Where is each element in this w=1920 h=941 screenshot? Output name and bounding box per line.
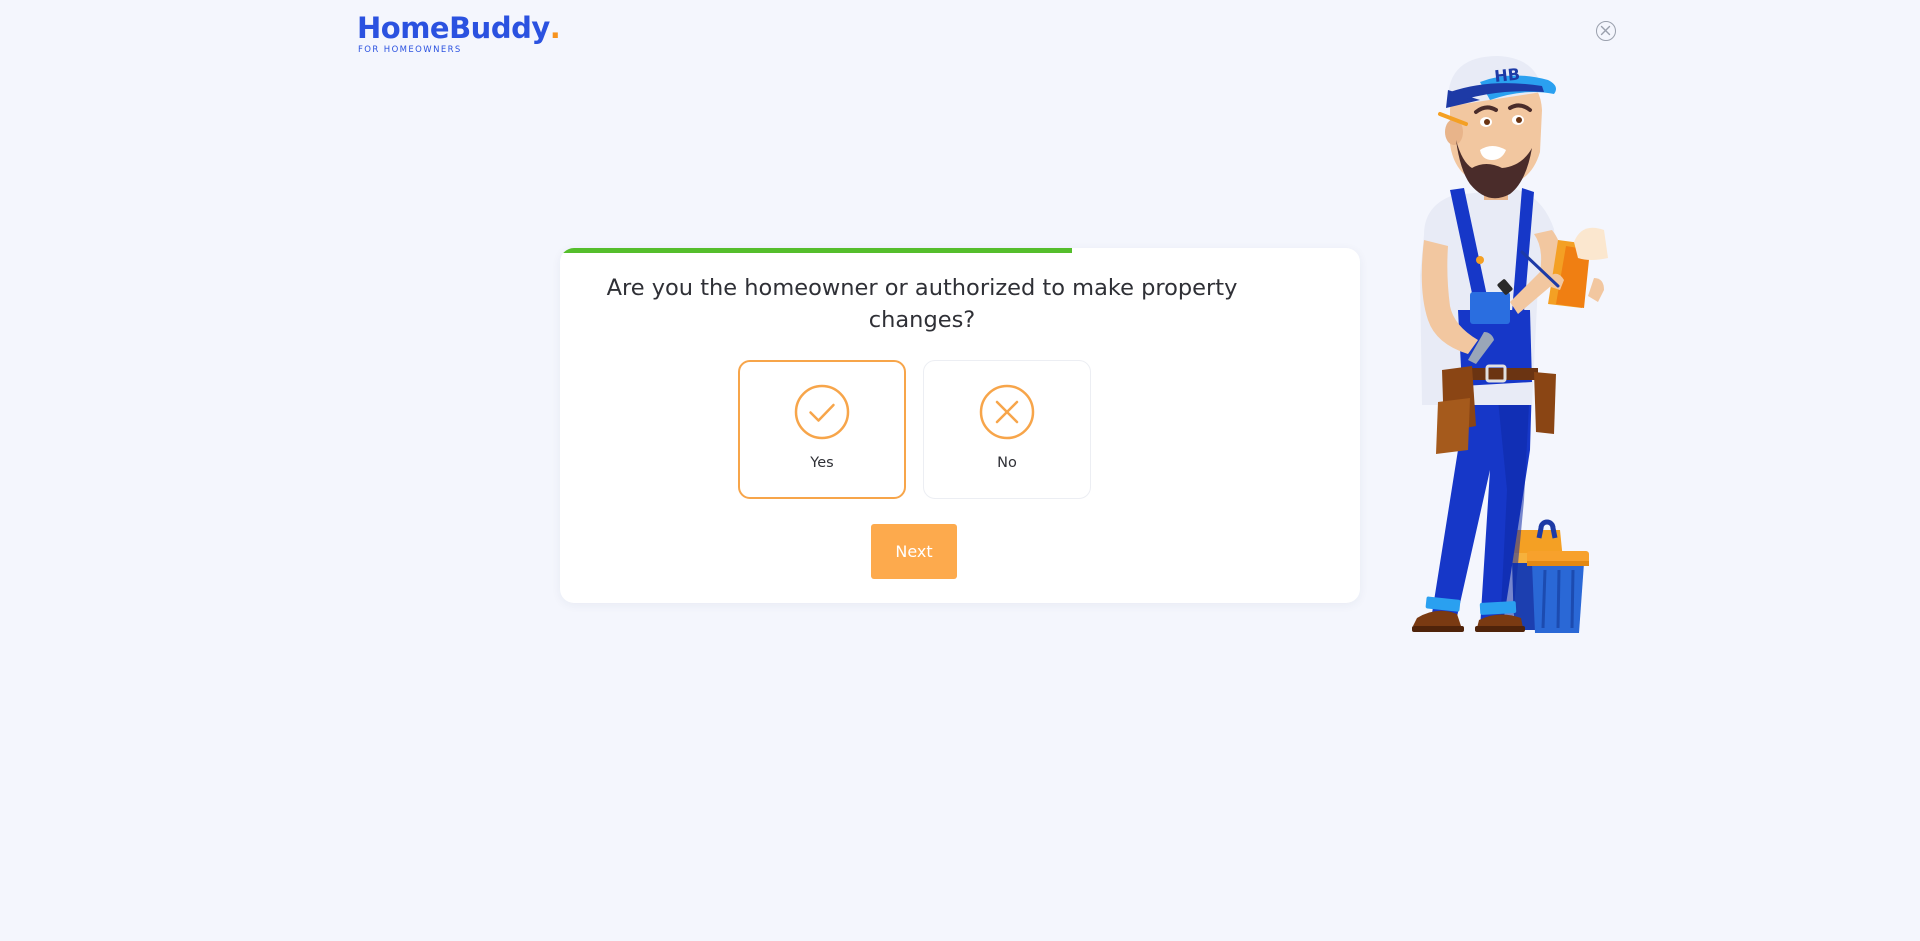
page: HomeBuddy. FOR HOMEOWNERS Are you the ho… [0,0,1920,941]
option-yes[interactable]: Yes [738,360,906,499]
option-yes-label: Yes [810,455,834,471]
logo-dot: . [549,11,561,45]
cap-logo-text: HB [1493,64,1520,86]
option-no-label: No [997,455,1017,471]
option-no[interactable]: No [923,360,1091,499]
progress-bar [560,248,1072,253]
next-button[interactable]: Next [871,524,957,579]
question-text: Are you the homeowner or authorized to m… [606,275,1238,333]
question-card: Are you the homeowner or authorized to m… [560,248,1360,603]
logo[interactable]: HomeBuddy. FOR HOMEOWNERS [357,12,561,55]
check-icon [794,384,850,440]
handyman-illustration: HB [1412,56,1608,633]
logo-wordmark: HomeBuddy [357,11,550,45]
logo-tagline: FOR HOMEOWNERS [358,45,462,55]
x-icon [979,384,1035,440]
